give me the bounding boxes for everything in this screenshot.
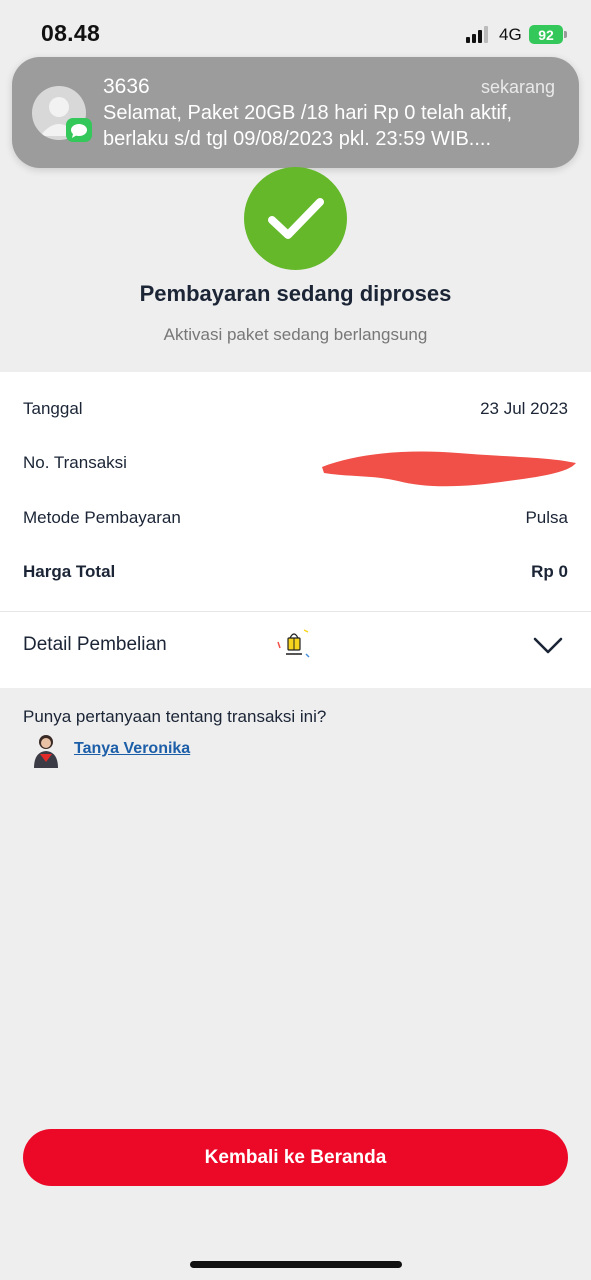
- row-tanggal: Tanggal 23 Jul 2023: [23, 399, 568, 419]
- row-metode-pembayaran: Metode Pembayaran Pulsa: [23, 508, 568, 528]
- notification-body: Selamat, Paket 20GB /18 hari Rp 0 telah …: [103, 102, 513, 150]
- tanya-veronika-link[interactable]: Tanya Veronika: [74, 740, 190, 758]
- status-time: 08.48: [41, 20, 101, 46]
- battery-cap: [564, 31, 567, 38]
- transaction-card: Tanggal 23 Jul 2023 No. Transaksi Metode…: [0, 372, 591, 611]
- chevron-down-icon[interactable]: [532, 634, 564, 656]
- help-question: Punya pertanyaan tentang transaksi ini?: [23, 707, 327, 726]
- row-value: Rp 0: [531, 562, 568, 581]
- veronika-avatar-icon: [34, 735, 58, 768]
- row-label: Tanggal: [23, 399, 83, 418]
- row-label: Metode Pembayaran: [23, 508, 181, 527]
- network-type: 4G: [499, 25, 522, 44]
- back-to-home-button[interactable]: Kembali ke Beranda: [23, 1129, 568, 1186]
- battery-icon: 92: [529, 25, 563, 44]
- sms-notification[interactable]: 3636 sekarang Selamat, Paket 20GB /18 ha…: [12, 57, 579, 168]
- status-bar: 08.48 4G 92: [0, 0, 591, 60]
- success-check-icon: [244, 167, 347, 270]
- signal-icon: [466, 26, 488, 43]
- detail-pembelian-label: Detail Pembelian: [23, 634, 167, 655]
- row-value: Pulsa: [525, 508, 568, 527]
- row-label: Harga Total: [23, 562, 116, 581]
- page-title: Pembayaran sedang diproses: [139, 281, 452, 306]
- row-label: No. Transaksi: [23, 453, 127, 472]
- back-to-home-label: Kembali ke Beranda: [204, 1146, 387, 1168]
- gift-sticker-icon: [277, 629, 310, 658]
- messages-icon: [66, 118, 92, 142]
- row-harga-total: Harga Total Rp 0: [23, 562, 568, 582]
- redaction-scribble: [322, 451, 576, 487]
- battery-level: 92: [538, 26, 554, 43]
- notification-sender: 3636: [103, 75, 150, 98]
- page-subtitle: Aktivasi paket sedang berlangsung: [163, 325, 428, 344]
- row-value: 23 Jul 2023: [480, 399, 568, 418]
- home-indicator[interactable]: [190, 1261, 402, 1268]
- detail-pembelian-row[interactable]: Detail Pembelian: [0, 611, 591, 688]
- notification-time: sekarang: [480, 77, 555, 97]
